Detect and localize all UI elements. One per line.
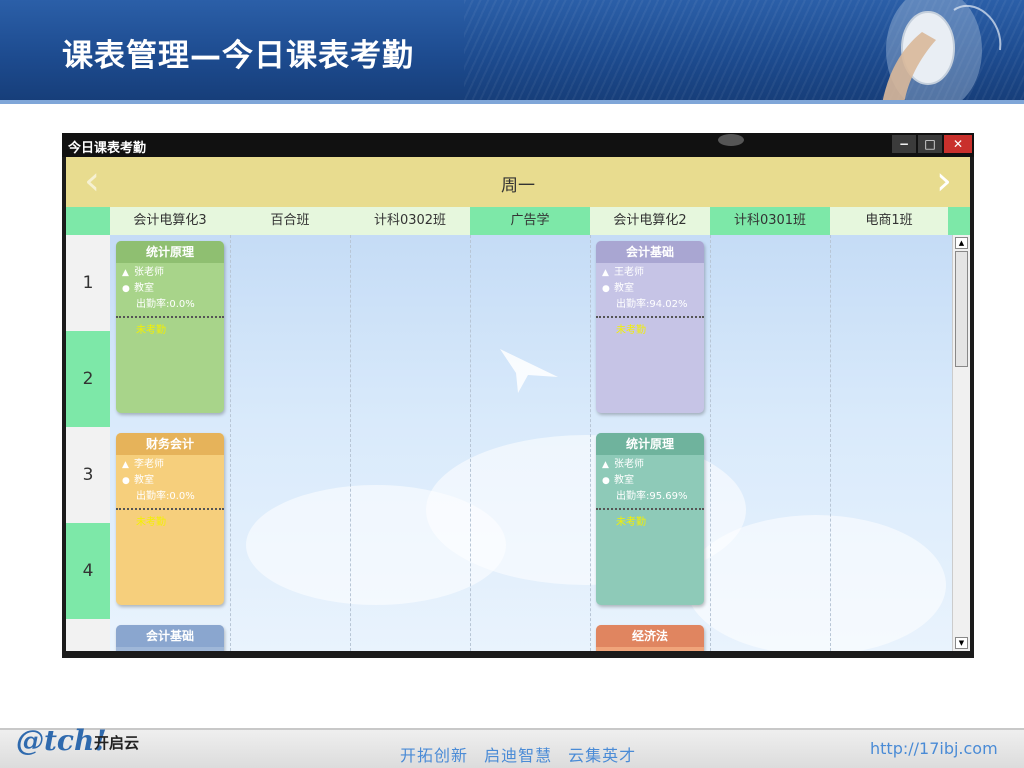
room-name: 教室 [134, 283, 154, 294]
class-header[interactable]: 计科0302班 [350, 207, 470, 235]
course-title: 会计基础 [116, 625, 224, 647]
paper-plane-icon [500, 349, 558, 393]
card-divider [596, 316, 704, 318]
computer-mouse-illustration [882, 0, 1002, 104]
background-cloud [686, 515, 946, 651]
user-icon: ▲ [122, 268, 129, 278]
banner-divider [0, 100, 1024, 104]
course-card[interactable]: 财务会计 ▲ 李老师 ● 教室 出勤率:0.0% 未考勤 [116, 433, 224, 605]
window-title: 今日课表考勤 [68, 141, 147, 156]
app-window: 今日课表考勤 − □ ✕ ‹ 周一 › 会计电算化3 百合班 计科0302班 广… [62, 133, 974, 658]
course-card[interactable]: 会计基础 [116, 625, 224, 651]
slide: 课表管理—今日课表考勤 今日课表考勤 − □ ✕ ‹ 周一 › 会计电算化3 百… [0, 0, 1024, 768]
minimize-button[interactable]: − [892, 135, 916, 153]
vertical-scrollbar[interactable]: ▲ ▼ [952, 235, 970, 651]
course-title: 统计原理 [596, 433, 704, 455]
course-card[interactable]: 统计原理 ▲ 张老师 ● 教室 出勤率:95.69% 未考勤 [596, 433, 704, 605]
close-button[interactable]: ✕ [944, 135, 972, 153]
header-banner: 课表管理—今日课表考勤 [0, 0, 1024, 104]
period-label: 4 [66, 523, 110, 619]
scroll-thumb[interactable] [955, 251, 968, 367]
teacher-name: 张老师 [614, 459, 644, 470]
room-name: 教室 [614, 283, 634, 294]
footer-url[interactable]: http://17ibj.com [870, 739, 998, 758]
attendance-rate: 出勤率:94.02% [616, 299, 688, 310]
scroll-up-icon[interactable]: ▲ [955, 237, 968, 249]
attendance-rate: 出勤率:0.0% [136, 299, 195, 310]
course-title: 会计基础 [596, 241, 704, 263]
footer-divider [0, 728, 1024, 730]
course-title: 经济法 [596, 625, 704, 647]
maximize-button[interactable]: □ [918, 135, 942, 153]
attendance-status[interactable]: 未考勤 [116, 321, 224, 336]
window-bottom-border [62, 651, 974, 658]
teacher-name: 王老师 [614, 267, 644, 278]
class-header-row: 会计电算化3 百合班 计科0302班 广告学 会计电算化2 计科0301班 电商… [66, 207, 970, 235]
location-pin-icon: ● [602, 476, 610, 486]
day-label: 周一 [501, 176, 535, 196]
course-card[interactable]: 会计基础 ▲ 王老师 ● 教室 出勤率:94.02% 未考勤 [596, 241, 704, 413]
user-icon: ▲ [602, 268, 609, 278]
window-titlebar[interactable]: 今日课表考勤 − □ ✕ [62, 133, 974, 157]
room-name: 教室 [614, 475, 634, 486]
period-label: 1 [66, 235, 110, 331]
room-name: 教室 [134, 475, 154, 486]
column-divider [470, 235, 471, 651]
column-divider [230, 235, 231, 651]
class-header[interactable]: 电商1班 [830, 207, 948, 235]
attendance-status[interactable]: 未考勤 [596, 513, 704, 528]
teacher-name: 李老师 [134, 459, 164, 470]
next-day-icon[interactable]: › [936, 159, 952, 203]
card-divider [596, 508, 704, 510]
class-header[interactable]: 计科0301班 [710, 207, 830, 235]
period-label: 2 [66, 331, 110, 427]
attendance-status[interactable]: 未考勤 [116, 513, 224, 528]
location-pin-icon: ● [122, 284, 130, 294]
class-header[interactable]: 广告学 [470, 207, 590, 235]
column-divider [830, 235, 831, 651]
class-header[interactable]: 会计电算化3 [110, 207, 230, 235]
film-reel-icon [718, 134, 744, 146]
period-label: 3 [66, 427, 110, 523]
card-divider [116, 316, 224, 318]
course-card[interactable]: 经济法 [596, 625, 704, 651]
attendance-status[interactable]: 未考勤 [596, 321, 704, 336]
brand-name: 开启云 [94, 734, 140, 752]
column-divider [350, 235, 351, 651]
location-pin-icon: ● [122, 476, 130, 486]
scroll-down-icon[interactable]: ▼ [955, 637, 968, 649]
column-divider [590, 235, 591, 651]
location-pin-icon: ● [602, 284, 610, 294]
course-card[interactable]: 统计原理 ▲ 张老师 ● 教室 出勤率:0.0% 未考勤 [116, 241, 224, 413]
course-title: 统计原理 [116, 241, 224, 263]
class-header[interactable]: 百合班 [230, 207, 350, 235]
day-navigator: ‹ 周一 › [66, 157, 970, 207]
teacher-name: 张老师 [134, 267, 164, 278]
user-icon: ▲ [122, 460, 129, 470]
footer-slogan: 开拓创新 启迪智慧 云集英才 [400, 746, 637, 765]
slide-title: 课表管理—今日课表考勤 [62, 38, 414, 74]
class-header[interactable]: 会计电算化2 [590, 207, 710, 235]
attendance-rate: 出勤率:0.0% [136, 491, 195, 502]
timetable-grid[interactable]: 1 2 3 4 统计原理 ▲ 张老师 ● 教室 出勤率:0.0% 未考勤 会计基… [66, 235, 952, 651]
period-label [66, 619, 110, 651]
column-divider [710, 235, 711, 651]
card-divider [116, 508, 224, 510]
user-icon: ▲ [602, 460, 609, 470]
attendance-rate: 出勤率:95.69% [616, 491, 688, 502]
course-title: 财务会计 [116, 433, 224, 455]
